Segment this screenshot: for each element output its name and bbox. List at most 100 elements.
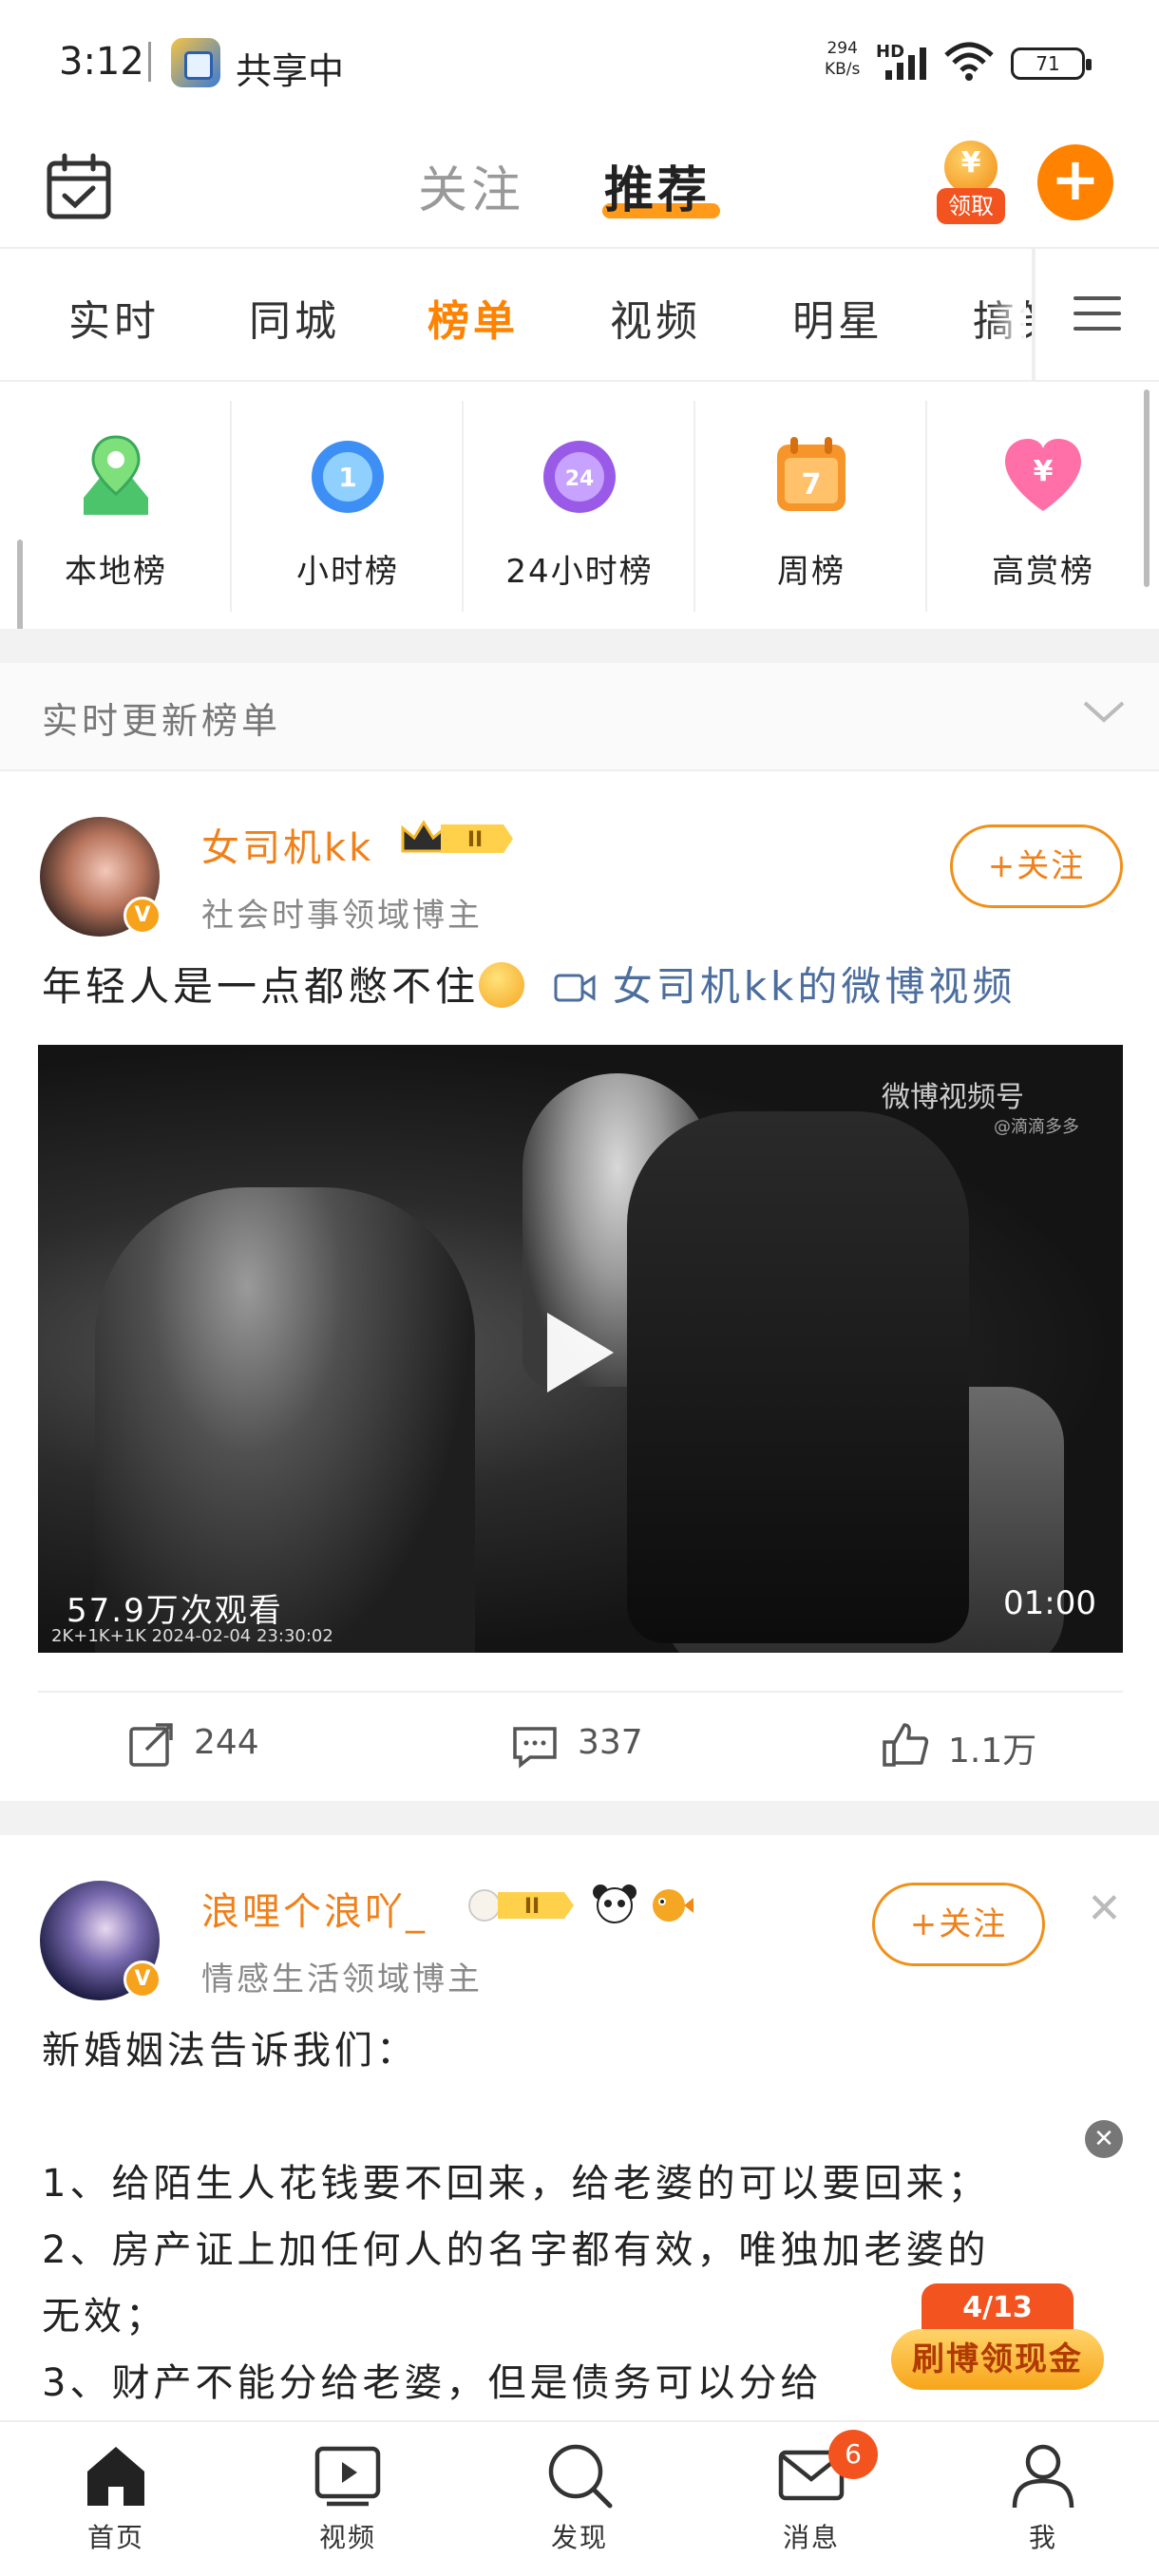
- channel-rankings[interactable]: 榜单: [428, 287, 519, 348]
- video-frame-driver: [95, 1187, 475, 1653]
- promo-label: 刷博领现金: [891, 2329, 1104, 2390]
- video-watermark: 微博视频号: [882, 1081, 1024, 1114]
- nav-label: 消息: [782, 2522, 840, 2553]
- post-line: 1、给陌生人花钱要不回来，给老婆的可以要回来；: [42, 2162, 990, 2206]
- tab-recommend[interactable]: 推荐: [604, 150, 711, 221]
- rank-label: 小时榜: [296, 553, 399, 591]
- nav-label: 我: [1028, 2522, 1057, 2553]
- battery-icon: 71: [1011, 47, 1092, 80]
- post-text: 新婚姻法告诉我们： 1、给陌生人花钱要不回来，给老婆的可以要回来； 2、房产证上…: [42, 2017, 989, 2416]
- realtime-ranking-label: 实时更新榜单: [42, 700, 282, 742]
- home-icon: [87, 2447, 144, 2506]
- chevron-down-icon[interactable]: [1083, 697, 1125, 726]
- video-camera-icon: [554, 974, 596, 1002]
- day-clock-icon: 24: [543, 441, 616, 513]
- video-player[interactable]: 微博视频号 @滴滴多多 57.9万次观看 01:00 2K+1K+1K 2024…: [38, 1045, 1123, 1653]
- cash-reward-promo[interactable]: 4/13 刷博领现金: [891, 2280, 1104, 2401]
- channel-realtime[interactable]: 实时: [68, 287, 160, 348]
- post-line: 新婚姻法告诉我们：: [42, 2029, 418, 2073]
- rank-week[interactable]: 7 周榜: [695, 384, 927, 610]
- status-bar: 3:12 共享中 294 KB/s HD 71: [0, 0, 1159, 123]
- author-name[interactable]: 女司机kk: [201, 817, 373, 872]
- screen-share-app-icon: [171, 38, 220, 87]
- panda-badge-icon: [593, 1885, 636, 1923]
- verified-badge-icon: V: [124, 1960, 162, 1998]
- coupon-button[interactable]: 领取: [937, 141, 1005, 228]
- net-speed-unit: KB/s: [825, 60, 861, 79]
- svg-text:7: 7: [802, 468, 822, 502]
- post-text: 年轻人是一点都憋不住 女司机kk的微博视频: [42, 956, 1016, 1018]
- divider: [0, 380, 1159, 382]
- hour-clock-icon: 1: [312, 441, 384, 513]
- thumbs-up-icon: [883, 1723, 929, 1767]
- repost-count: 244: [194, 1723, 259, 1762]
- svg-text:1: 1: [338, 462, 356, 493]
- channel-local[interactable]: 同城: [249, 287, 340, 348]
- realtime-ranking-bar[interactable]: 实时更新榜单: [0, 663, 1159, 769]
- follow-button[interactable]: +关注: [872, 1883, 1045, 1966]
- status-separator: [148, 42, 151, 82]
- nav-video[interactable]: 视频: [253, 2439, 443, 2555]
- author-name[interactable]: 浪哩个浪吖_: [201, 1881, 428, 1936]
- video-icon: [314, 2446, 381, 2507]
- sharing-status: 共享中: [236, 50, 345, 92]
- channel-stars[interactable]: 明星: [792, 287, 884, 348]
- rank-local[interactable]: 本地榜: [0, 384, 232, 610]
- channel-video[interactable]: 视频: [610, 287, 701, 348]
- compose-plus-button[interactable]: +: [1037, 144, 1113, 220]
- drooling-face-emoji-icon: [479, 962, 525, 1008]
- close-icon[interactable]: ✕: [1087, 1885, 1122, 1933]
- nav-label: 视频: [318, 2522, 376, 2553]
- video-source-link[interactable]: 女司机kk的微博视频: [613, 963, 1016, 1010]
- post-text-content: 年轻人是一点都憋不住: [42, 963, 480, 1010]
- tab-follow[interactable]: 关注: [418, 150, 524, 221]
- level-crown-icon: II: [401, 820, 513, 853]
- rank-categories: 本地榜 1 小时榜 24 24小时榜 7 周榜 ¥ 高赏榜: [0, 384, 1159, 629]
- hamburger-menu-icon[interactable]: [1074, 296, 1121, 334]
- signal-icon: [885, 47, 926, 80]
- profile-icon: [1012, 2444, 1074, 2509]
- discover-icon: [548, 2444, 613, 2509]
- calendar-check-icon[interactable]: [44, 152, 114, 222]
- nav-discover[interactable]: 发现: [484, 2439, 674, 2555]
- nav-messages[interactable]: 6 消息: [716, 2430, 906, 2555]
- message-badge: 6: [828, 2430, 878, 2479]
- repost-icon: [129, 1723, 173, 1767]
- rank-reward[interactable]: ¥ 高赏榜: [927, 384, 1159, 610]
- heart-reward-icon: ¥: [1005, 439, 1081, 511]
- rank-label: 24小时榜: [505, 553, 654, 591]
- follow-button[interactable]: +关注: [950, 824, 1123, 908]
- level-rabbit-badge-icon: II: [468, 1889, 574, 1922]
- rank-hour[interactable]: 1 小时榜: [232, 384, 464, 610]
- video-view-count: 57.9万次观看: [66, 1592, 283, 1630]
- section-gap: [0, 1801, 1159, 1835]
- promo-progress: 4/13: [922, 2283, 1074, 2333]
- video-watermark-sub: @滴滴多多: [994, 1117, 1079, 1137]
- like-count: 1.1万: [948, 1732, 1037, 1771]
- comment-count: 337: [578, 1723, 643, 1762]
- rank-24h[interactable]: 24 24小时榜: [464, 384, 695, 610]
- svg-text:II: II: [524, 1895, 540, 1919]
- nav-label: 发现: [550, 2522, 608, 2553]
- rank-label: 周榜: [777, 553, 846, 591]
- post-line: 无效；: [42, 2295, 167, 2339]
- battery-level: 71: [1036, 52, 1060, 75]
- author-subtitle: 情感生活领域博主: [201, 1960, 483, 1998]
- top-header: 关注 推荐 领取 +: [0, 123, 1159, 247]
- status-time: 3:12: [59, 40, 144, 84]
- rank-label: 高赏榜: [992, 553, 1094, 591]
- bottom-navigation: 首页 视频 发现 6 消息 我: [0, 2420, 1159, 2576]
- svg-text:II: II: [467, 828, 483, 852]
- dismiss-promo-icon[interactable]: ✕: [1085, 2120, 1123, 2158]
- nav-profile[interactable]: 我: [948, 2439, 1138, 2555]
- comment-icon: [513, 1727, 557, 1769]
- nav-home[interactable]: 首页: [21, 2439, 211, 2555]
- verified-badge-icon: V: [124, 897, 162, 935]
- net-speed: 294 KB/s: [825, 38, 860, 80]
- coupon-label: 领取: [937, 188, 1005, 224]
- svg-text:¥: ¥: [1034, 455, 1054, 488]
- rank-label: 本地榜: [65, 553, 167, 591]
- section-gap: [0, 629, 1159, 663]
- play-icon[interactable]: [547, 1313, 614, 1392]
- pufferfish-badge-icon: [653, 1889, 694, 1922]
